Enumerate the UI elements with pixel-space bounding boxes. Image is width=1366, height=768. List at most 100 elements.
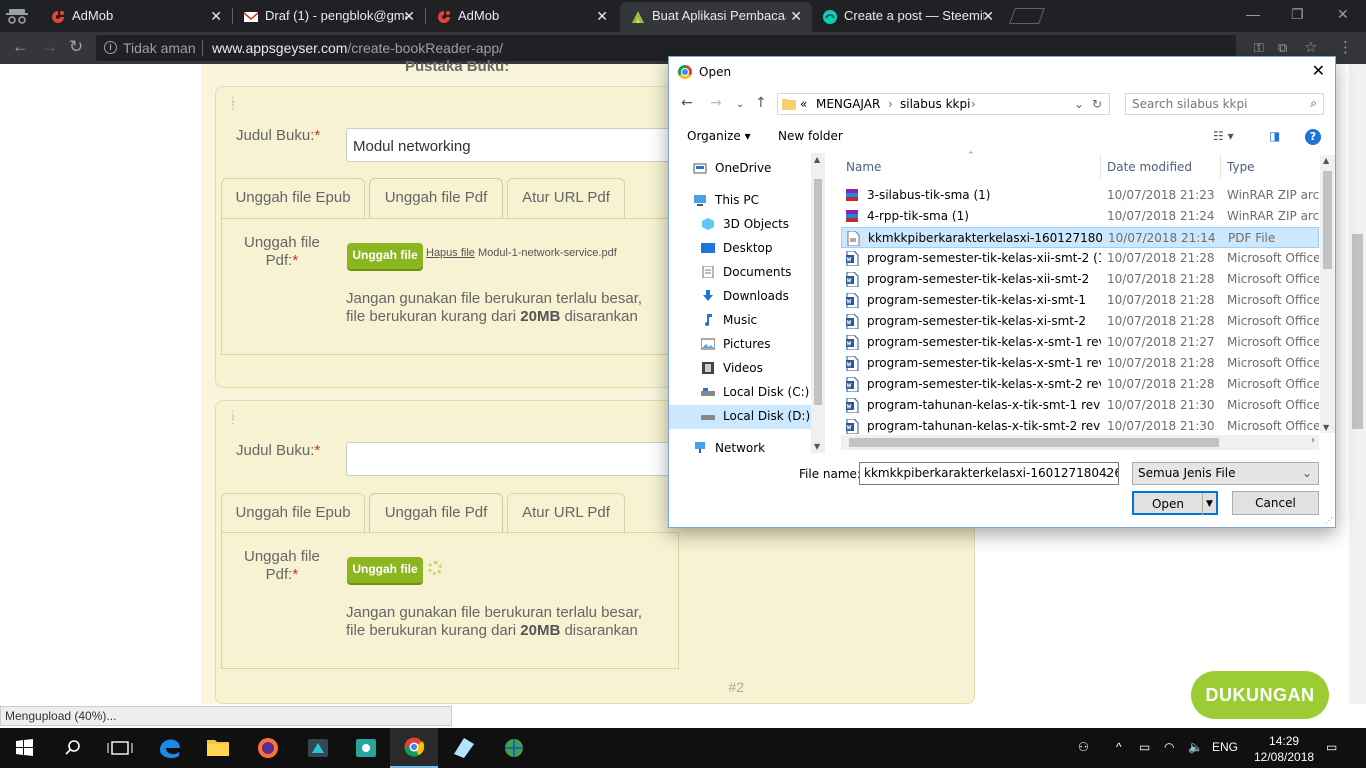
scrollbar-thumb[interactable] (814, 179, 822, 405)
support-button[interactable]: DUKUNGAN (1191, 671, 1329, 719)
key-icon[interactable]: ⚿ (1254, 40, 1264, 56)
network-app-icon[interactable] (490, 728, 538, 768)
tab-pdf-url[interactable]: Atur URL Pdf (507, 493, 625, 533)
breadcrumb-mengajar[interactable]: MENGAJAR (816, 97, 880, 111)
file-row[interactable]: program-semester-tik-kelas-xi-smt-2 10/07… (841, 311, 1319, 332)
reload-icon[interactable]: ↻ (69, 37, 83, 57)
new-tab-button[interactable] (1009, 8, 1045, 24)
column-name-header[interactable]: Name (846, 160, 881, 174)
book-title-input[interactable]: Modul networking (346, 128, 676, 162)
clock[interactable]: 14:29 12/08/2018 (1254, 733, 1314, 765)
horizontal-scrollbar[interactable]: › (841, 435, 1319, 450)
nav-onedrive[interactable]: OneDrive (669, 157, 825, 181)
notes-app-icon[interactable] (440, 728, 488, 768)
search-folder-input[interactable]: Search silabus kkpi ⌕ (1125, 93, 1324, 115)
close-tab-icon[interactable]: ✕ (596, 8, 608, 25)
nav-downloads[interactable]: Downloads (669, 285, 825, 309)
column-type-header[interactable]: Type (1227, 160, 1255, 174)
recent-locations-icon[interactable]: ⌄ (736, 99, 744, 110)
firefox-icon[interactable] (244, 728, 292, 768)
restore-icon[interactable]: ❐ (1291, 6, 1304, 23)
nav-local-disk-d[interactable]: Local Disk (D:) (669, 405, 825, 429)
nav-documents[interactable]: Documents (669, 261, 825, 285)
file-row[interactable]: program-semester-tik-kelas-xi-smt-1 10/07… (841, 290, 1319, 311)
close-tab-icon[interactable]: ✕ (403, 8, 415, 25)
file-name-input[interactable]: kkmkkpiberkarakterkelasxi-160127180426 ⌄ (859, 462, 1119, 485)
scroll-down-icon[interactable]: ▼ (1323, 423, 1329, 432)
battery-icon[interactable]: ▭ (1139, 740, 1150, 754)
up-folder-icon[interactable]: ↑ (755, 95, 767, 111)
scroll-up-icon[interactable]: ▲ (814, 155, 820, 164)
nav-scrollbar[interactable]: ▲ ▼ (811, 153, 825, 453)
cancel-button[interactable]: Cancel (1232, 491, 1319, 515)
people-icon[interactable]: ⚇ (1078, 740, 1089, 754)
scroll-down-icon[interactable]: ▼ (814, 442, 820, 451)
new-folder-button[interactable]: New folder (778, 129, 843, 143)
nav-local-disk-c[interactable]: Local Disk (C:) (669, 381, 825, 405)
minimize-icon[interactable]: — (1246, 6, 1260, 22)
back-icon[interactable]: ← (681, 95, 693, 111)
chevron-down-icon[interactable]: ⌄ (1074, 97, 1084, 111)
start-icon[interactable] (0, 728, 48, 768)
file-type-select[interactable]: Semua Jenis File ⌄ (1132, 462, 1319, 485)
language-indicator[interactable]: ENG (1212, 740, 1238, 754)
nav-videos[interactable]: Videos (669, 357, 825, 381)
help-icon[interactable]: ? (1305, 129, 1321, 145)
wifi-icon[interactable]: ◠ (1164, 740, 1174, 754)
breadcrumb-silabus-kkpi[interactable]: silabus kkpi (900, 97, 970, 111)
translate-icon[interactable]: ⧉ (1278, 40, 1287, 56)
file-explorer-icon[interactable] (194, 728, 242, 768)
scroll-right-icon[interactable]: › (1311, 435, 1315, 446)
tab-upload-epub[interactable]: Unggah file Epub (221, 178, 365, 218)
edge-icon[interactable] (146, 728, 194, 768)
show-hidden-icons-icon[interactable]: ^ (1116, 740, 1122, 754)
organize-menu[interactable]: Organize ▾ (687, 129, 751, 143)
file-list-scrollbar[interactable]: ▲ ▼ (1320, 155, 1335, 433)
resize-grip-icon[interactable]: ⋰ (1325, 516, 1333, 525)
camera-app-icon[interactable] (342, 728, 390, 768)
file-row[interactable]: program-semester-tik-kelas-x-smt-1 revis… (841, 353, 1319, 374)
close-window-icon[interactable]: ✕ (1337, 6, 1349, 23)
tab-appsgeyser[interactable]: Buat Aplikasi Pembacaan ✕ (620, 2, 812, 32)
drag-handle-icon[interactable]: ⋮ ⋮ (228, 97, 238, 112)
open-button[interactable]: Open ▼ (1132, 491, 1218, 515)
chevron-down-icon[interactable]: ⌄ (1102, 466, 1112, 480)
delete-file-link[interactable]: Hapus file (426, 247, 475, 259)
view-options-icon[interactable]: ☷ ▾ (1213, 129, 1234, 143)
nav-music[interactable]: Music (669, 309, 825, 333)
chrome-icon[interactable] (390, 728, 438, 768)
file-row[interactable]: program-tahunan-kelas-x-tik-smt-1 revisi… (841, 395, 1319, 416)
close-tab-icon[interactable]: ✕ (982, 8, 994, 25)
close-tab-icon[interactable]: ✕ (790, 8, 802, 25)
url-text[interactable]: www.appsgeyser.com/create-bookReader-app… (212, 40, 503, 56)
file-row[interactable]: program-semester-tik-kelas-x-smt-1 revi.… (841, 332, 1319, 353)
column-date-header[interactable]: Date modified (1107, 160, 1192, 174)
tab-upload-pdf[interactable]: Unggah file Pdf (369, 178, 503, 218)
breadcrumb-overflow[interactable]: « (800, 97, 807, 111)
preview-pane-icon[interactable]: ◨ (1269, 129, 1280, 143)
upload-file-button[interactable]: Unggah file (347, 243, 423, 269)
menu-icon[interactable]: ⋮ (1338, 38, 1353, 56)
volume-icon[interactable]: 🔈 (1188, 740, 1203, 754)
file-row[interactable]: program-semester-tik-kelas-x-smt-2 revis… (841, 374, 1319, 395)
nav-network[interactable]: Network (669, 437, 825, 453)
chevron-right-icon[interactable]: › (888, 97, 893, 111)
task-view-icon[interactable] (96, 728, 144, 768)
search-icon[interactable] (48, 728, 96, 768)
drag-handle-icon[interactable]: ⋮ ⋮ (228, 411, 238, 426)
nav-pictures[interactable]: Pictures (669, 333, 825, 357)
close-dialog-icon[interactable]: ✕ (1312, 61, 1325, 80)
scrollbar-thumb[interactable] (849, 438, 1219, 447)
file-row[interactable]: 4-rpp-tik-sma (1) 10/07/2018 21:24 WinRAR … (841, 206, 1319, 227)
incognito-icon[interactable] (6, 7, 28, 25)
tab-upload-pdf[interactable]: Unggah file Pdf (369, 493, 503, 533)
file-row[interactable]: program-semester-tik-kelas-xii-smt-2 10/0… (841, 269, 1319, 290)
info-icon[interactable]: i (104, 41, 117, 54)
forward-icon[interactable]: → (41, 37, 58, 57)
tab-gmail-draft[interactable]: Draf (1) - pengblok@gma ✕ (233, 2, 425, 32)
nav-3d-objects[interactable]: 3D Objects (669, 213, 825, 237)
book-title-input[interactable] (346, 442, 676, 476)
forward-icon[interactable]: → (710, 95, 722, 111)
nav-desktop[interactable]: Desktop (669, 237, 825, 261)
upload-file-button[interactable]: Unggah file (347, 557, 423, 583)
